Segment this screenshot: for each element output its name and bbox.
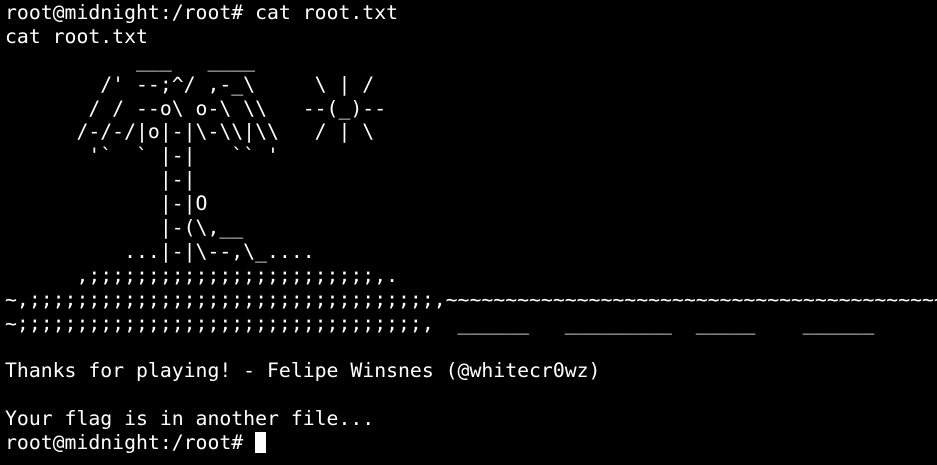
ascii-art-line: /-/-/|o|-|\-\\|\\ / | \ (5, 120, 375, 144)
ascii-art-line: ___ ____ (5, 48, 256, 72)
typed-command: cat root.txt (255, 1, 399, 24)
ascii-art-line: /' --;^/ ,-_\ \ | / (5, 72, 375, 96)
ascii-art-line: / / --o\ o-\ \\ --(_)-- (5, 96, 387, 120)
ascii-art-line: ...|-|\--,\_.... (5, 239, 315, 263)
ascii-art-line: '` ` |-| `` ' (5, 144, 279, 168)
ascii-art-line: |-|O (5, 192, 208, 216)
ascii-art-line: |-(\,__ (5, 216, 244, 240)
ascii-art-line: |-| (5, 168, 196, 192)
text-cursor[interactable] (255, 432, 267, 454)
ascii-art-line: ~,;;;;;;;;;;;;;;;;;;;;;;;;;;;;;;;;;;,~~~… (5, 287, 937, 311)
flag-message: Your flag is in another file... (5, 407, 375, 431)
command-echo: cat root.txt (5, 24, 148, 48)
ascii-art-line: ,;;;;;;;;;;;;;;;;;;;;;;;;,. (5, 263, 399, 287)
command-line: root@midnight:/root# cat root.txt (5, 1, 937, 25)
shell-prompt: root@midnight:/root# (5, 1, 256, 24)
input-line[interactable]: root@midnight:/root# (5, 431, 937, 455)
shell-prompt: root@midnight:/root# (5, 431, 256, 455)
terminal-window[interactable]: root@midnight:/root# cat root.txt cat ro… (0, 0, 937, 465)
thanks-message: Thanks for playing! - Felipe Winsnes (@w… (5, 359, 601, 383)
ascii-art-line: ~;;;;;;;;;;;;;;;;;;;;;;;;;;;;;;;;;;, ___… (5, 311, 875, 335)
